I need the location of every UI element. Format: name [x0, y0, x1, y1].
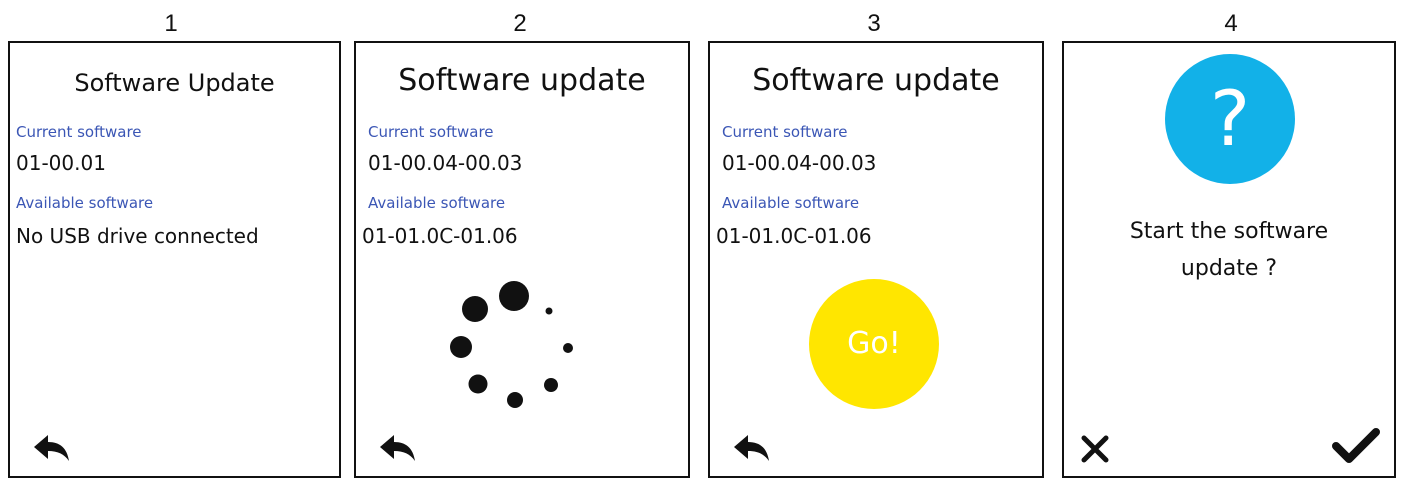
back-arrow-icon[interactable] [378, 432, 418, 464]
back-arrow-icon[interactable] [32, 432, 72, 464]
screen-1-no-usb: Software Update Current software 01-00.0… [8, 41, 341, 478]
screen-4-confirm: ? Start the software update ? [1062, 41, 1396, 478]
go-button[interactable]: Go! [809, 279, 939, 409]
current-software-label: Current software [16, 123, 142, 141]
prompt-line-1: Start the software [1129, 219, 1329, 244]
question-mark-icon: ? [1165, 54, 1295, 184]
available-software-label: Available software [368, 194, 506, 212]
available-software-label: Available software [722, 194, 860, 212]
screen-title: Software update [752, 63, 1000, 98]
prompt-line-2: update ? [1180, 256, 1278, 281]
screen-3-ready: Software update Current software 01-00.0… [708, 41, 1044, 478]
current-software-label: Current software [722, 123, 848, 141]
current-software-value: 01-00.01 [16, 151, 106, 175]
close-icon[interactable] [1080, 434, 1110, 464]
available-software-value: No USB drive connected [16, 224, 259, 248]
available-software-value: 01-01.0C-01.06 [362, 224, 518, 248]
step-number-1: 1 [164, 10, 178, 37]
screen-title: Software Update [74, 69, 275, 97]
current-software-label: Current software [368, 123, 494, 141]
available-software-label: Available software [16, 194, 154, 212]
available-software-value: 01-01.0C-01.06 [716, 224, 872, 248]
current-software-value: 01-00.04-00.03 [722, 151, 877, 175]
screen-2-loading: Software update Current software 01-00.0… [354, 41, 690, 478]
step-number-3: 3 [867, 10, 881, 37]
step-number-4: 4 [1224, 10, 1238, 37]
screen-title: Software update [398, 63, 646, 98]
loading-spinner-icon [450, 281, 573, 408]
checkmark-icon[interactable] [1332, 428, 1380, 464]
current-software-value: 01-00.04-00.03 [368, 151, 523, 175]
step-number-2: 2 [513, 10, 527, 37]
back-arrow-icon[interactable] [732, 432, 772, 464]
